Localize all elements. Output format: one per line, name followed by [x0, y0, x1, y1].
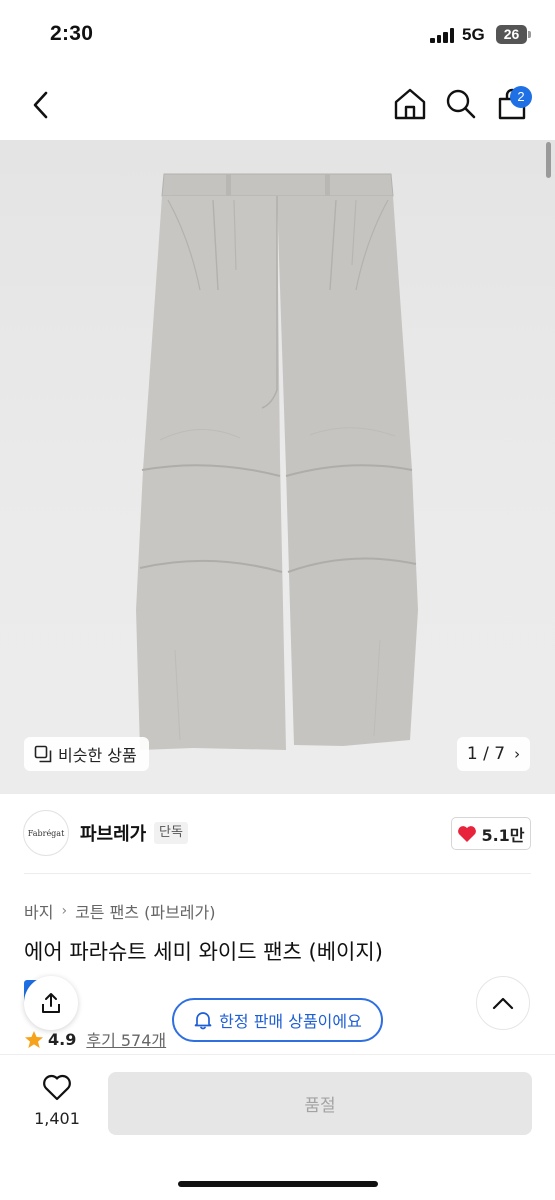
nav-bar [0, 70, 555, 140]
back-arrow-icon[interactable] [30, 90, 52, 120]
chevron-up-icon [492, 997, 514, 1010]
breadcrumb-item[interactable]: 코튼 팬츠 (파브레가) [75, 899, 215, 923]
breadcrumb: 바지 › 코튼 팬츠 (파브레가) [24, 899, 215, 923]
battery-tip [528, 31, 531, 38]
wish-button[interactable]: 1,401 [24, 1074, 90, 1128]
image-page-indicator[interactable]: 1 / 7 › [457, 737, 530, 771]
similar-icon [34, 745, 52, 763]
share-button[interactable] [24, 976, 78, 1030]
heart-icon [458, 825, 477, 842]
status-bar: 2:30 5G 26 [0, 0, 555, 70]
page-indicator-text: 1 / 7 [466, 744, 506, 764]
chevron-right-icon: › [61, 903, 68, 919]
limited-sale-text: 한정 판매 상품이에요 [219, 1012, 362, 1031]
rating-row[interactable]: 4.9 후기 574개 [24, 1027, 166, 1051]
bell-icon [194, 1012, 212, 1030]
chevron-right-icon: › [514, 745, 521, 763]
breadcrumb-item[interactable]: 바지 [24, 899, 53, 923]
exclusive-tag: 단독 [154, 822, 188, 844]
status-time: 2:30 [50, 22, 94, 45]
home-indicator [178, 1181, 378, 1187]
review-link[interactable]: 후기 574개 [86, 1027, 166, 1051]
divider [24, 873, 531, 874]
cart-count-badge: 2 [510, 86, 532, 108]
pants-image [136, 173, 418, 750]
signal-icon [430, 27, 456, 43]
brand-like-count: 5.1만 [481, 825, 525, 845]
share-icon [42, 993, 60, 1013]
product-image[interactable] [0, 140, 555, 794]
scroll-top-button[interactable] [476, 976, 530, 1030]
star-icon [25, 1030, 43, 1048]
brand-logo[interactable]: Fabrégat [23, 810, 69, 856]
battery-icon: 26 [496, 25, 527, 44]
rating-score: 4.9 [48, 1029, 77, 1049]
network-label: 5G [462, 25, 485, 44]
wish-count: 1,401 [34, 1109, 80, 1128]
brand-logo-text: Fabrégat [27, 828, 65, 838]
similar-products-button[interactable]: 비슷한 상품 [24, 737, 149, 771]
brand-name[interactable]: 파브레가 [80, 820, 146, 846]
sold-out-button[interactable]: 품절 [108, 1072, 532, 1135]
similar-products-label: 비슷한 상품 [58, 746, 137, 765]
home-icon[interactable] [393, 87, 427, 121]
product-title: 에어 파라슈트 세미 와이드 팬츠 (베이지) [24, 940, 383, 964]
scroll-indicator[interactable] [546, 142, 551, 178]
heart-outline-icon [43, 1074, 71, 1101]
search-icon[interactable] [445, 88, 477, 120]
limited-sale-notice[interactable]: 한정 판매 상품이에요 [172, 998, 383, 1042]
brand-like-button[interactable]: 5.1만 [451, 817, 531, 850]
